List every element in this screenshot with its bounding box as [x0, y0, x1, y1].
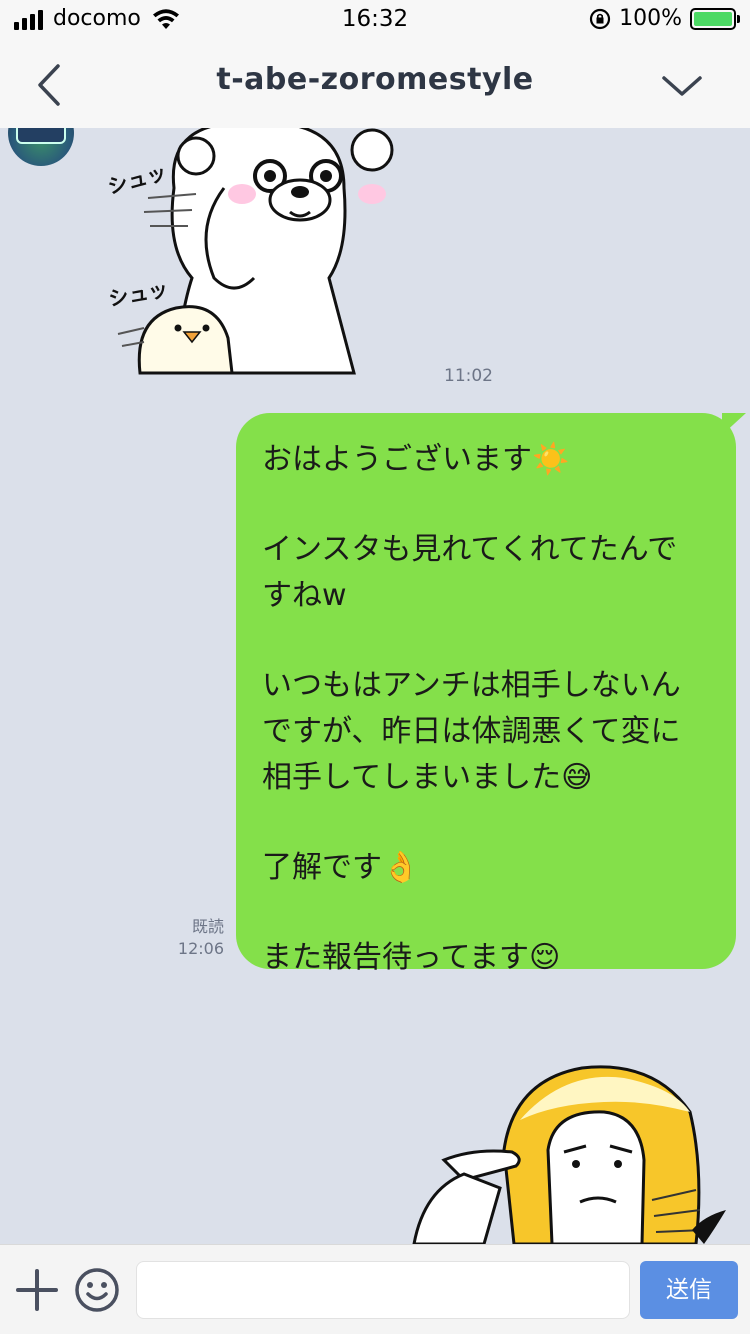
- send-button[interactable]: 送信: [640, 1261, 738, 1319]
- message-line: いつもはアンチは相手しないん: [262, 668, 681, 703]
- outgoing-timestamp: 12:06: [177, 939, 224, 958]
- outgoing-message-bubble[interactable]: おはようございます☀️ インスタも見れてくれてたんで すねw いつもはアンチは相…: [236, 413, 736, 975]
- message-line: また報告待ってます😌: [262, 940, 561, 975]
- bear-chick-sticker[interactable]: シュッ シュッ: [104, 128, 434, 380]
- message-line: おはようございます☀️: [262, 442, 570, 477]
- read-label: 既読: [191, 917, 224, 936]
- message-line: 相手してしまいました😅: [262, 760, 593, 795]
- incoming-timestamp: 11:02: [444, 366, 493, 386]
- read-receipt: 既読 12:06: [150, 916, 224, 960]
- chat-header: t-abe-zoromestyle: [0, 40, 750, 128]
- message-line: ですが、昨日は体調悪くて変に: [262, 714, 681, 749]
- rotation-lock-icon: [589, 8, 611, 29]
- emoji-icon[interactable]: [74, 1267, 120, 1313]
- battery-percent: 100%: [619, 6, 682, 31]
- status-right: 100%: [589, 6, 740, 31]
- chat-area[interactable]: シュッ シュッ 11:02 おはようございます☀️ インスタも見れてくれてたんで…: [0, 128, 750, 1244]
- message-input-bar: 送信: [0, 1244, 750, 1334]
- message-line: すねw: [262, 578, 347, 613]
- plus-icon[interactable]: [14, 1267, 60, 1313]
- sticker-sfx-2: シュッ: [107, 277, 170, 311]
- message-line: インスタも見れてくれてたんで: [262, 532, 678, 567]
- contact-avatar[interactable]: [8, 128, 74, 166]
- sticker-sfx-1: シュッ: [105, 160, 169, 199]
- status-bar: docomo 16:32 100%: [0, 0, 750, 40]
- message-line: 了解です👌: [262, 850, 420, 885]
- chevron-down-icon[interactable]: [660, 70, 704, 100]
- battery-icon: [690, 7, 740, 30]
- chat-title: t-abe-zoromestyle: [216, 62, 534, 97]
- saluting-character-sticker[interactable]: [404, 1040, 744, 1244]
- message-input[interactable]: [136, 1261, 630, 1319]
